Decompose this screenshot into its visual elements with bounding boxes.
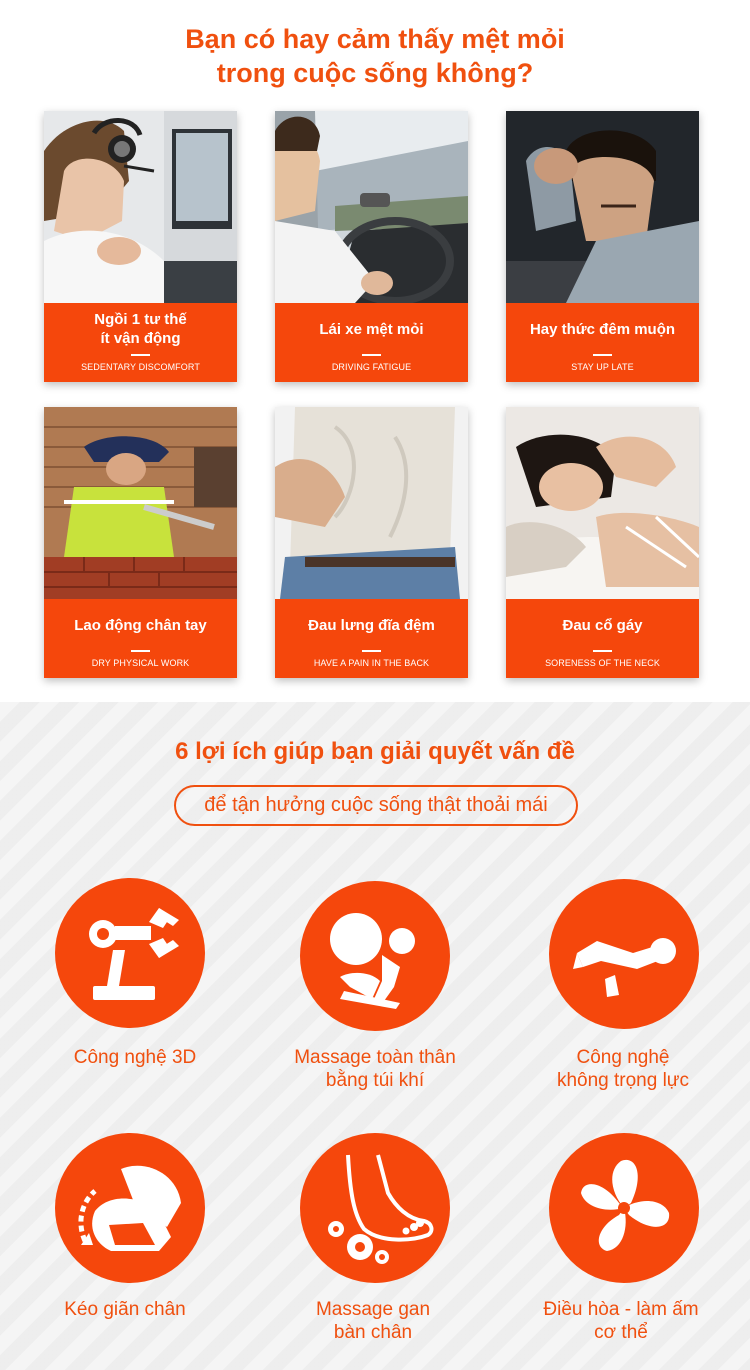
- benefit-label: Công nghệ không trọng lực: [498, 1046, 748, 1092]
- foot-massage-icon: [300, 1133, 450, 1283]
- main-headline: Bạn có hay cảm thấy mệt mỏi trong cuộc s…: [0, 22, 750, 90]
- benefit-text: Công nghệ không trọng lực: [556, 1047, 690, 1091]
- problem-title: Hay thức đêm muộn: [529, 320, 676, 338]
- benefit-text: Công nghệ 3D: [73, 1047, 197, 1068]
- tired-man-photo: [506, 111, 699, 303]
- benefit-label: Điều hòa - làm ấm cơ thể: [496, 1298, 746, 1344]
- benefit-label: Massage gan bàn chân: [248, 1298, 498, 1344]
- neck-pain-photo: [506, 407, 699, 599]
- divider: [362, 650, 381, 652]
- benefit-text: Massage toàn thân bằng túi khí: [294, 1047, 456, 1091]
- problem-card-driving: Lái xe mệt mỏi DRIVING FATIGUE: [275, 111, 468, 382]
- problem-card-stay-up-late: Hay thức đêm muộn STAY UP LATE: [506, 111, 699, 382]
- problem-title: Đau cổ gáy: [562, 616, 643, 634]
- benefit-text: Kéo giãn chân: [64, 1299, 186, 1320]
- problem-title: Đau lưng đĩa đệm: [308, 616, 435, 634]
- problem-card-physical-work: Lao động chân tay DRY PHYSICAL WORK: [44, 407, 237, 678]
- fan-icon: [549, 1133, 699, 1283]
- airbag-seat-icon: [300, 881, 450, 1031]
- zero-gravity-icon: [549, 879, 699, 1029]
- benefit-label: Kéo giãn chân: [0, 1298, 250, 1321]
- problem-band: Hay thức đêm muộn STAY UP LATE: [506, 303, 699, 382]
- divider: [131, 650, 150, 652]
- problem-band: Lái xe mệt mỏi DRIVING FATIGUE: [275, 303, 468, 382]
- headline-line-2: trong cuộc sống không?: [216, 58, 534, 88]
- problem-subtitle: DRY PHYSICAL WORK: [91, 658, 190, 668]
- divider: [362, 354, 381, 356]
- problem-band: Lao động chân tay DRY PHYSICAL WORK: [44, 599, 237, 678]
- problem-card-sedentary: Ngồi 1 tư thế ít vận động SEDENTARY DISC…: [44, 111, 237, 382]
- back-pain-photo: [275, 407, 468, 599]
- divider: [593, 354, 612, 356]
- problem-subtitle: SEDENTARY DISCOMFORT: [81, 362, 200, 372]
- benefits-pill: để tận hưởng cuộc sống thật thoải mái: [174, 785, 578, 826]
- leg-stretch-icon: [55, 1133, 205, 1283]
- benefit-label: Massage toàn thân bằng túi khí: [250, 1046, 500, 1092]
- divider: [131, 354, 150, 356]
- problem-card-back-pain: Đau lưng đĩa đệm HAVE A PAIN IN THE BACK: [275, 407, 468, 678]
- bricklayer-photo: [44, 407, 237, 599]
- problem-subtitle: SORENESS OF THE NECK: [545, 658, 660, 668]
- problem-card-neck-pain: Đau cổ gáy SORENESS OF THE NECK: [506, 407, 699, 678]
- divider: [593, 650, 612, 652]
- office-worker-photo: [44, 111, 237, 303]
- benefit-text: Điều hòa - làm ấm cơ thể: [543, 1299, 699, 1343]
- robot-arm-icon: [55, 878, 205, 1028]
- problem-title: Lái xe mệt mỏi: [319, 320, 424, 338]
- problem-title: Lao động chân tay: [74, 616, 207, 634]
- problem-title: Ngồi 1 tư thế ít vận động: [94, 311, 187, 347]
- problem-band: Ngồi 1 tư thế ít vận động SEDENTARY DISC…: [44, 303, 237, 382]
- benefit-label: Công nghệ 3D: [10, 1046, 260, 1069]
- benefit-text: Massage gan bàn chân: [315, 1299, 431, 1343]
- problem-subtitle: STAY UP LATE: [571, 362, 634, 372]
- problem-subtitle: DRIVING FATIGUE: [331, 362, 412, 372]
- benefits-title: 6 lợi ích giúp bạn giải quyết vấn đề: [175, 738, 575, 765]
- problem-band: Đau lưng đĩa đệm HAVE A PAIN IN THE BACK: [275, 599, 468, 678]
- driver-photo: [275, 111, 468, 303]
- problem-band: Đau cổ gáy SORENESS OF THE NECK: [506, 599, 699, 678]
- problem-subtitle: HAVE A PAIN IN THE BACK: [313, 658, 430, 668]
- headline-line-1: Bạn có hay cảm thấy mệt mỏi: [185, 24, 565, 54]
